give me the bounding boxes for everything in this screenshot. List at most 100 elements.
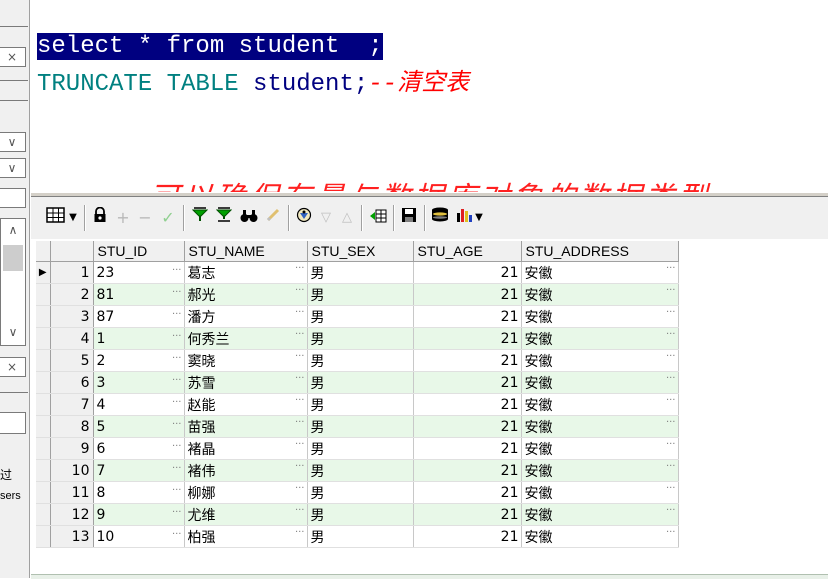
table-row[interactable]: 12 ··· 9 ··· 尤维 男 21 ··· 安徽 xyxy=(36,503,679,526)
cell-stu-address[interactable]: ··· 安徽 xyxy=(521,459,679,482)
ellipsis-button[interactable]: ··· xyxy=(666,351,676,362)
cell-stu-name[interactable]: ··· 郝光 xyxy=(184,283,308,306)
chart-icon[interactable] xyxy=(453,206,475,230)
cell-stu-id[interactable]: ··· 9 xyxy=(93,503,185,526)
cell-stu-id[interactable]: ··· 5 xyxy=(93,415,185,438)
ellipsis-button[interactable]: ··· xyxy=(172,529,182,540)
query-icon[interactable] xyxy=(293,206,315,230)
ellipsis-button[interactable]: ··· xyxy=(666,307,676,318)
cell-stu-id[interactable]: ··· 23 xyxy=(93,261,185,284)
cell-stu-age[interactable]: 21 xyxy=(413,371,522,394)
ellipsis-button[interactable]: ··· xyxy=(295,285,305,296)
triangle-up-icon[interactable]: △ xyxy=(337,206,357,230)
triangle-down-icon[interactable]: ▽ xyxy=(316,206,336,230)
cell-stu-id[interactable]: ··· 87 xyxy=(93,305,185,328)
sql-line-2[interactable]: TRUNCATE TABLE student;--清空表 xyxy=(37,68,469,102)
ellipsis-button[interactable]: ··· xyxy=(172,485,182,496)
row-number[interactable]: 12 xyxy=(50,503,94,526)
row-number[interactable]: 13 xyxy=(50,525,94,548)
cell-stu-name[interactable]: ··· 柏强 xyxy=(184,525,308,548)
cell-stu-name[interactable]: ··· 尤维 xyxy=(184,503,308,526)
vertical-scrollbar[interactable]: ∧ ∨ xyxy=(0,218,26,346)
cell-stu-id[interactable]: ··· 7 xyxy=(93,459,185,482)
ellipsis-button[interactable]: ··· xyxy=(172,507,182,518)
cell-stu-address[interactable]: ··· 安徽 xyxy=(521,349,679,372)
table-row[interactable]: 13 ··· 10 ··· 柏强 男 21 ··· 安徽 xyxy=(36,525,679,548)
cell-stu-name[interactable]: ··· 褚晶 xyxy=(184,437,308,460)
ellipsis-button[interactable]: ··· xyxy=(666,461,676,472)
ellipsis-button[interactable]: ··· xyxy=(295,417,305,428)
panel-button[interactable] xyxy=(0,412,26,434)
ellipsis-button[interactable]: ··· xyxy=(666,505,676,516)
row-number[interactable]: 6 xyxy=(50,371,94,394)
scroll-down-icon[interactable]: ∨ xyxy=(1,325,25,339)
text-field[interactable] xyxy=(0,188,26,208)
ellipsis-button[interactable]: ··· xyxy=(172,463,182,474)
cell-stu-age[interactable]: 21 xyxy=(413,349,522,372)
cell-stu-sex[interactable]: 男 xyxy=(307,371,414,394)
ellipsis-button[interactable]: ··· xyxy=(172,397,182,408)
ellipsis-button[interactable]: ··· xyxy=(295,505,305,516)
row-number[interactable]: 1 xyxy=(50,261,94,284)
ellipsis-button[interactable]: ··· xyxy=(295,395,305,406)
ellipsis-button[interactable]: ··· xyxy=(666,263,676,274)
cell-stu-name[interactable]: ··· 苗强 xyxy=(184,415,308,438)
column-header-stu-id[interactable]: STU_ID xyxy=(93,241,185,262)
ellipsis-button[interactable]: ··· xyxy=(172,353,182,364)
filter-clear-icon[interactable] xyxy=(213,206,235,230)
table-row[interactable]: 5 ··· 2 ··· 窦晓 男 21 ··· 安徽 xyxy=(36,349,679,372)
cell-stu-age[interactable]: 21 xyxy=(413,459,522,482)
cell-stu-sex[interactable]: 男 xyxy=(307,459,414,482)
cell-stu-id[interactable]: ··· 2 xyxy=(93,349,185,372)
close-button[interactable]: × xyxy=(0,47,26,67)
ellipsis-button[interactable]: ··· xyxy=(666,373,676,384)
table-row[interactable]: 9 ··· 6 ··· 褚晶 男 21 ··· 安徽 xyxy=(36,437,679,460)
cell-stu-address[interactable]: ··· 安徽 xyxy=(521,327,679,350)
ellipsis-button[interactable]: ··· xyxy=(172,375,182,386)
ellipsis-button[interactable]: ··· xyxy=(172,441,182,452)
table-row[interactable]: 6 ··· 3 ··· 苏雪 男 21 ··· 安徽 xyxy=(36,371,679,394)
dropdown-arrow-icon[interactable]: ▼ xyxy=(474,206,484,230)
binoculars-icon[interactable] xyxy=(238,206,260,230)
table-row[interactable]: 8 ··· 5 ··· 苗强 男 21 ··· 安徽 xyxy=(36,415,679,438)
close-button[interactable]: × xyxy=(0,357,26,377)
ellipsis-button[interactable]: ··· xyxy=(172,419,182,430)
column-header-stu-name[interactable]: STU_NAME xyxy=(184,241,308,262)
row-number[interactable]: 7 xyxy=(50,393,94,416)
cell-stu-address[interactable]: ··· 安徽 xyxy=(521,283,679,306)
cell-stu-sex[interactable]: 男 xyxy=(307,261,414,284)
ellipsis-button[interactable]: ··· xyxy=(295,263,305,274)
ellipsis-button[interactable]: ··· xyxy=(295,351,305,362)
ellipsis-button[interactable]: ··· xyxy=(666,395,676,406)
ellipsis-button[interactable]: ··· xyxy=(295,439,305,450)
cell-stu-address[interactable]: ··· 安徽 xyxy=(521,481,679,504)
cell-stu-id[interactable]: ··· 81 xyxy=(93,283,185,306)
cell-stu-id[interactable]: ··· 3 xyxy=(93,371,185,394)
row-number[interactable]: 2 xyxy=(50,283,94,306)
cell-stu-name[interactable]: ··· 何秀兰 xyxy=(184,327,308,350)
ellipsis-button[interactable]: ··· xyxy=(666,439,676,450)
cell-stu-age[interactable]: 21 xyxy=(413,481,522,504)
cell-stu-sex[interactable]: 男 xyxy=(307,305,414,328)
ellipsis-button[interactable]: ··· xyxy=(295,527,305,538)
cell-stu-age[interactable]: 21 xyxy=(413,283,522,306)
grid-icon[interactable] xyxy=(45,206,67,230)
ellipsis-button[interactable]: ··· xyxy=(295,329,305,340)
ellipsis-button[interactable]: ··· xyxy=(666,417,676,428)
ellipsis-button[interactable]: ··· xyxy=(666,527,676,538)
cell-stu-sex[interactable]: 男 xyxy=(307,283,414,306)
cell-stu-address[interactable]: ··· 安徽 xyxy=(521,415,679,438)
row-number[interactable]: 3 xyxy=(50,305,94,328)
cell-stu-sex[interactable]: 男 xyxy=(307,525,414,548)
cell-stu-age[interactable]: 21 xyxy=(413,327,522,350)
ellipsis-button[interactable]: ··· xyxy=(295,307,305,318)
lock-icon[interactable] xyxy=(89,206,111,230)
column-header-stu-address[interactable]: STU_ADDRESS xyxy=(521,241,679,262)
scrollbar-thumb[interactable] xyxy=(3,245,23,271)
results-grid[interactable]: STU_ID STU_NAME STU_SEX STU_AGE STU_ADDR… xyxy=(36,241,679,548)
cell-stu-age[interactable]: 21 xyxy=(413,525,522,548)
dropdown-arrow-icon[interactable]: ▼ xyxy=(68,206,78,230)
cell-stu-name[interactable]: ··· 潘方 xyxy=(184,305,308,328)
cell-stu-id[interactable]: ··· 4 xyxy=(93,393,185,416)
sql-line-1[interactable]: select * from student ; xyxy=(37,30,383,64)
